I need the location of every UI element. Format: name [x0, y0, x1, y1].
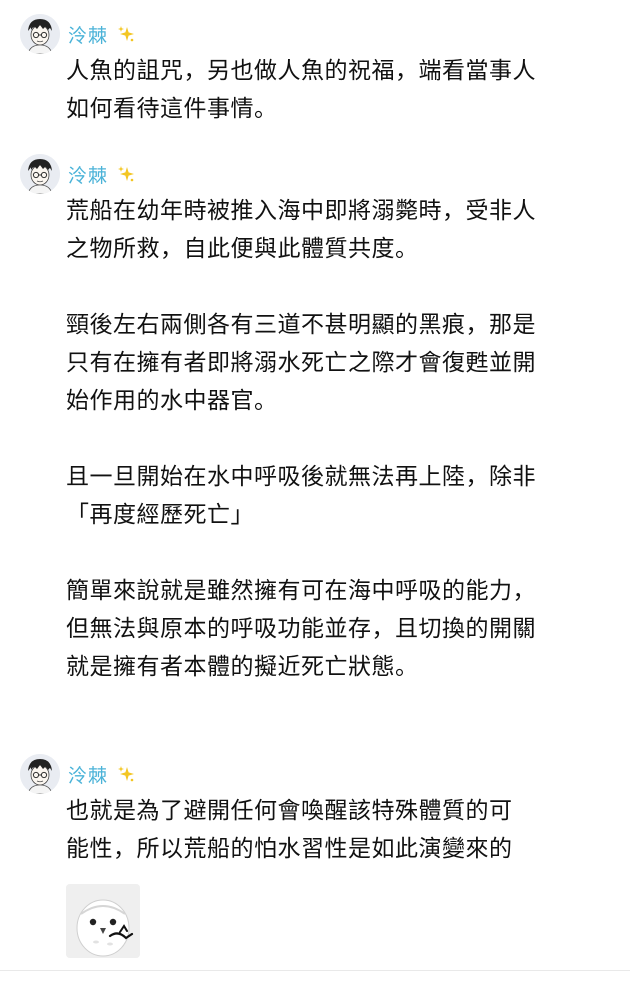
username[interactable]: 泠棘 [68, 21, 108, 48]
username[interactable]: 泠棘 [68, 761, 108, 788]
avatar-icon[interactable] [20, 154, 60, 194]
text-line: 能性，所以荒船的怕水習性是如此演變來的 [66, 836, 513, 862]
text-line: 也就是為了避開任何會喚醒該特殊體質的可 [66, 798, 513, 824]
text-line: 就是擁有者本體的擬近死亡狀態。 [66, 654, 419, 680]
paragraph: 且一旦開始在水中呼吸後就無法再上陸，除非 「再度經歷死亡」 [66, 458, 606, 534]
text-line: 人魚的詛咒，另也做人魚的祝福，端看當事人 [66, 58, 536, 84]
text-line: 「再度經歷死亡」 [66, 502, 254, 528]
text-line: 始作用的水中器官。 [66, 388, 278, 414]
message-header: 泠棘 [20, 14, 136, 54]
message-header: 泠棘 [20, 754, 136, 794]
paragraph: 頸後左右兩側各有三道不甚明顯的黑痕，那是 只有在擁有者即將溺水死亡之際才會復甦並… [66, 306, 606, 420]
divider [0, 970, 630, 971]
text-line: 如何看待這件事情。 [66, 96, 278, 122]
message-body: 人魚的詛咒，另也做人魚的祝福，端看當事人 如何看待這件事情。 [66, 52, 606, 128]
sparkle-icon [118, 26, 135, 42]
text-line: 但無法與原本的呼吸功能並存，且切換的開關 [66, 616, 536, 642]
text-line: 之物所救，自此便與此體質共度。 [66, 236, 419, 262]
sparkle-icon [118, 166, 135, 182]
text-line: 且一旦開始在水中呼吸後就無法再上陸，除非 [66, 464, 536, 490]
sparkle-icon [118, 766, 135, 782]
text-line: 頸後左右兩側各有三道不甚明顯的黑痕，那是 [66, 312, 536, 338]
message-header: 泠棘 [20, 154, 136, 194]
text-line: 荒船在幼年時被推入海中即將溺斃時，受非人 [66, 198, 536, 224]
paragraph: 簡單來說就是雖然擁有可在海中呼吸的能力， 但無法與原本的呼吸功能並存，且切換的開… [66, 572, 606, 686]
owl-sticker-icon[interactable] [66, 884, 140, 958]
avatar-icon[interactable] [20, 14, 60, 54]
message-body: 荒船在幼年時被推入海中即將溺斃時，受非人 之物所救，自此便與此體質共度。 頸後左… [66, 192, 606, 686]
username[interactable]: 泠棘 [68, 161, 108, 188]
text-line: 只有在擁有者即將溺水死亡之際才會復甦並開 [66, 350, 536, 376]
message-body: 也就是為了避開任何會喚醒該特殊體質的可 能性，所以荒船的怕水習性是如此演變來的 [66, 792, 606, 868]
paragraph: 人魚的詛咒，另也做人魚的祝福，端看當事人 如何看待這件事情。 [66, 52, 606, 128]
paragraph: 荒船在幼年時被推入海中即將溺斃時，受非人 之物所救，自此便與此體質共度。 [66, 192, 606, 268]
avatar-icon[interactable] [20, 754, 60, 794]
text-line: 簡單來說就是雖然擁有可在海中呼吸的能力， [66, 578, 536, 604]
paragraph: 也就是為了避開任何會喚醒該特殊體質的可 能性，所以荒船的怕水習性是如此演變來的 [66, 792, 606, 868]
